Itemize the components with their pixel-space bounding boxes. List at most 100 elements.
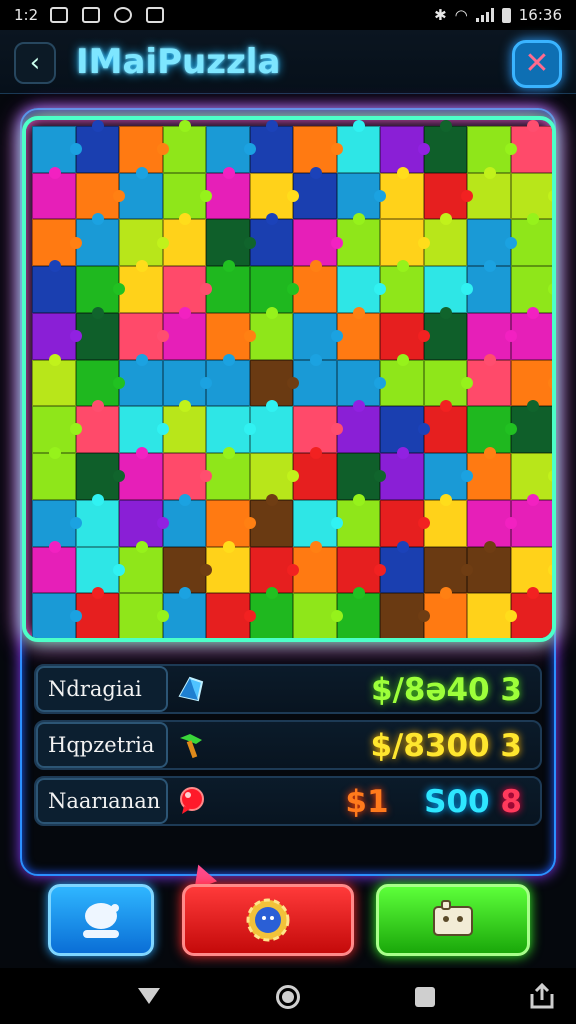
puzzle-piece[interactable] — [510, 593, 552, 638]
puzzle-piece[interactable] — [119, 499, 163, 547]
puzzle-piece[interactable] — [293, 359, 337, 407]
puzzle-piece[interactable] — [336, 126, 380, 173]
puzzle-piece[interactable] — [249, 499, 293, 547]
puzzle-piece[interactable] — [119, 453, 163, 500]
puzzle-piece[interactable] — [206, 359, 250, 407]
puzzle-piece[interactable] — [75, 406, 119, 454]
profile-button[interactable] — [48, 884, 154, 956]
puzzle-piece[interactable] — [119, 126, 163, 173]
puzzle-piece[interactable] — [293, 312, 337, 360]
puzzle-piece[interactable] — [206, 453, 250, 500]
puzzle-piece[interactable] — [32, 406, 76, 454]
puzzle-piece[interactable] — [423, 546, 467, 594]
puzzle-piece[interactable] — [206, 546, 250, 594]
puzzle-piece[interactable] — [75, 453, 119, 500]
puzzle-piece[interactable] — [380, 546, 424, 594]
puzzle-piece[interactable] — [162, 172, 206, 220]
puzzle-piece[interactable] — [249, 593, 293, 638]
puzzle-piece[interactable] — [119, 593, 163, 638]
puzzle-piece[interactable] — [206, 312, 250, 360]
puzzle-piece[interactable] — [293, 172, 337, 220]
puzzle-piece[interactable] — [423, 406, 467, 454]
puzzle-piece[interactable] — [75, 312, 119, 360]
puzzle-piece[interactable] — [249, 172, 293, 220]
puzzle-piece[interactable] — [32, 126, 76, 173]
puzzle-piece[interactable] — [380, 126, 424, 173]
puzzle-piece[interactable] — [467, 172, 511, 220]
puzzle-piece[interactable] — [380, 219, 424, 267]
puzzle-piece[interactable] — [510, 406, 552, 454]
puzzle-piece[interactable] — [336, 172, 380, 220]
puzzle-piece[interactable] — [423, 172, 467, 220]
puzzle-piece[interactable] — [380, 406, 424, 454]
puzzle-board[interactable] — [32, 126, 552, 638]
puzzle-piece[interactable] — [75, 219, 119, 267]
puzzle-piece[interactable] — [75, 593, 119, 638]
puzzle-piece[interactable] — [162, 266, 206, 313]
puzzle-piece[interactable] — [249, 359, 293, 407]
puzzle-piece[interactable] — [206, 172, 250, 220]
puzzle-piece[interactable] — [32, 593, 76, 638]
puzzle-piece[interactable] — [467, 406, 511, 454]
puzzle-piece[interactable] — [32, 499, 76, 547]
puzzle-piece[interactable] — [249, 312, 293, 360]
puzzle-piece[interactable] — [206, 126, 250, 173]
puzzle-piece[interactable] — [249, 219, 293, 267]
puzzle-piece[interactable] — [206, 219, 250, 267]
puzzle-piece[interactable] — [336, 312, 380, 360]
puzzle-piece[interactable] — [467, 219, 511, 267]
puzzle-piece[interactable] — [206, 406, 250, 454]
puzzle-piece[interactable] — [206, 266, 250, 313]
puzzle-piece[interactable] — [249, 406, 293, 454]
puzzle-piece[interactable] — [162, 593, 206, 638]
puzzle-piece[interactable] — [423, 593, 467, 638]
puzzle-piece[interactable] — [293, 546, 337, 594]
back-button[interactable]: ‹ — [14, 42, 56, 84]
puzzle-piece[interactable] — [336, 359, 380, 407]
puzzle-piece[interactable] — [336, 266, 380, 313]
puzzle-piece[interactable] — [32, 453, 76, 500]
puzzle-piece[interactable] — [119, 359, 163, 407]
puzzle-piece[interactable] — [510, 546, 552, 594]
puzzle-piece[interactable] — [206, 499, 250, 547]
puzzle-piece[interactable] — [467, 266, 511, 313]
puzzle-piece[interactable] — [510, 453, 552, 500]
puzzle-piece[interactable] — [380, 172, 424, 220]
puzzle-piece[interactable] — [32, 546, 76, 594]
puzzle-piece[interactable] — [380, 593, 424, 638]
puzzle-piece[interactable] — [32, 312, 76, 360]
puzzle-piece[interactable] — [467, 312, 511, 360]
puzzle-piece[interactable] — [119, 266, 163, 313]
puzzle-piece[interactable] — [293, 453, 337, 500]
puzzle-piece[interactable] — [336, 453, 380, 500]
puzzle-piece[interactable] — [467, 593, 511, 638]
puzzle-piece[interactable] — [119, 219, 163, 267]
puzzle-piece[interactable] — [162, 126, 206, 173]
puzzle-piece[interactable] — [423, 359, 467, 407]
puzzle-piece[interactable] — [249, 546, 293, 594]
puzzle-piece[interactable] — [423, 126, 467, 173]
puzzle-piece[interactable] — [423, 266, 467, 313]
puzzle-piece[interactable] — [206, 593, 250, 638]
share-icon[interactable] — [528, 982, 556, 1010]
puzzle-piece[interactable] — [293, 219, 337, 267]
puzzle-piece[interactable] — [467, 546, 511, 594]
puzzle-piece[interactable] — [162, 406, 206, 454]
puzzle-piece[interactable] — [467, 453, 511, 500]
puzzle-piece[interactable] — [467, 359, 511, 407]
puzzle-piece[interactable] — [162, 499, 206, 547]
puzzle-piece[interactable] — [467, 126, 511, 173]
puzzle-piece[interactable] — [162, 312, 206, 360]
puzzle-piece[interactable] — [32, 359, 76, 407]
puzzle-piece[interactable] — [336, 219, 380, 267]
puzzle-piece[interactable] — [380, 499, 424, 547]
puzzle-piece[interactable] — [380, 312, 424, 360]
nav-home-icon[interactable] — [276, 985, 300, 1009]
puzzle-piece[interactable] — [510, 219, 552, 267]
puzzle-piece[interactable] — [32, 219, 76, 267]
puzzle-piece[interactable] — [510, 359, 552, 407]
puzzle-piece[interactable] — [380, 453, 424, 500]
puzzle-piece[interactable] — [293, 499, 337, 547]
puzzle-piece[interactable] — [162, 546, 206, 594]
puzzle-piece[interactable] — [75, 172, 119, 220]
